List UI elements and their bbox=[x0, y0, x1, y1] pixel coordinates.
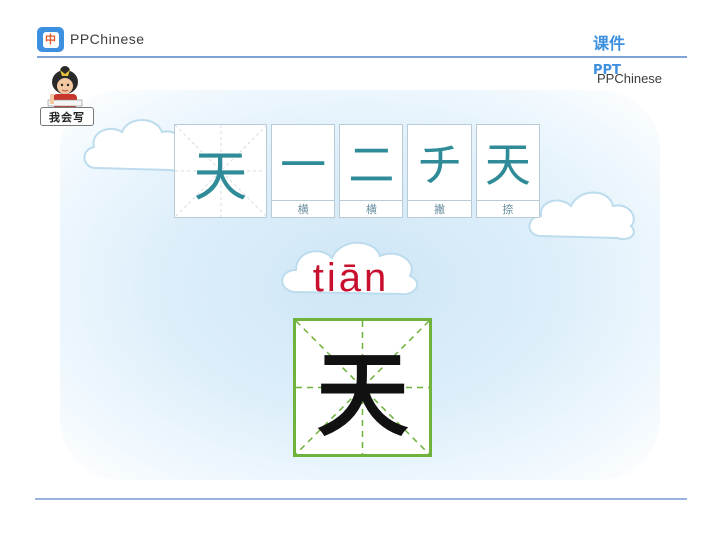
stroke-step-glyph: 天 bbox=[484, 138, 531, 192]
mascot-label: 我会写 bbox=[40, 107, 94, 126]
stroke-step-glyph: 二 bbox=[348, 138, 395, 192]
stroke-step-name: 横 bbox=[271, 200, 335, 217]
brand-name-right: PPChinese bbox=[597, 71, 663, 86]
app-logo: 中 bbox=[37, 27, 64, 52]
stroke-step: チ 撇 bbox=[407, 124, 472, 218]
footer-divider bbox=[35, 498, 687, 500]
stroke-step: 天 捺 bbox=[475, 124, 540, 218]
pinyin-label: tiān bbox=[312, 256, 390, 300]
stroke-step: 二 横 bbox=[339, 124, 404, 218]
brand-name: PPChinese bbox=[70, 31, 145, 47]
stroke-step-name: 捺 bbox=[476, 200, 539, 217]
stroke-step: 一 横 bbox=[270, 124, 336, 218]
stroke-full-glyph: 天 bbox=[193, 144, 248, 208]
stroke-step-name: 横 bbox=[340, 200, 403, 217]
stroke-step-glyph: 一 bbox=[280, 138, 327, 192]
ppt-label-cn: 课件 bbox=[593, 34, 626, 53]
stroke-full-character: 天 bbox=[174, 124, 267, 218]
main-character: 天 bbox=[316, 341, 409, 449]
header-divider bbox=[37, 56, 687, 58]
stroke-step-name: 撇 bbox=[408, 200, 471, 217]
cloud-right-icon bbox=[528, 191, 635, 240]
writing-grid: 天 bbox=[293, 318, 432, 457]
logo-glyph: 中 bbox=[42, 31, 59, 48]
stroke-step-glyph: チ bbox=[416, 138, 463, 192]
stroke-order-strip: 天 一 横 二 横 チ 撇 天 捺 bbox=[174, 124, 540, 218]
